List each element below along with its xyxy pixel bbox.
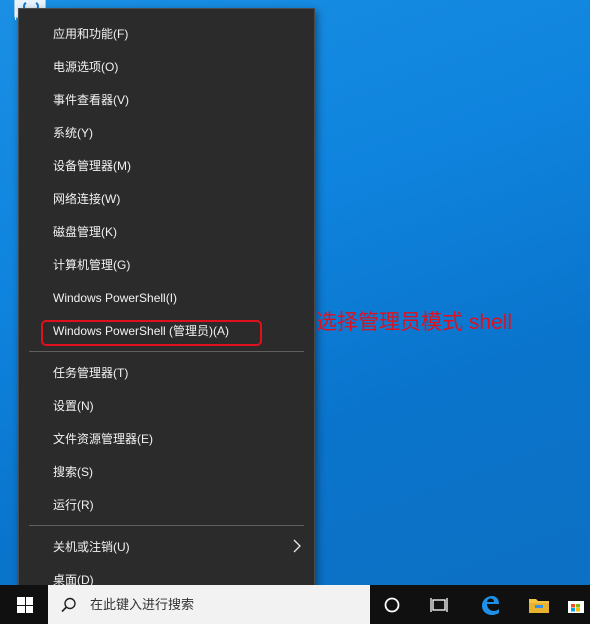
file-explorer-icon[interactable] (517, 585, 561, 624)
menu-item-label: 网络连接(W) (53, 192, 121, 206)
menu-item-label: 计算机管理(G) (53, 258, 131, 272)
menu-item-disk-management[interactable]: 磁盘管理(K) (19, 215, 314, 248)
menu-item-label: 运行(R) (53, 498, 94, 512)
menu-item-run[interactable]: 运行(R) (19, 488, 314, 521)
menu-item-settings[interactable]: 设置(N) (19, 389, 314, 422)
menu-item-computer-management[interactable]: 计算机管理(G) (19, 248, 314, 281)
menu-item-label: 设置(N) (53, 399, 94, 413)
winx-context-menu: 应用和功能(F) 电源选项(O) 事件查看器(V) 系统(Y) 设备管理器(M)… (18, 8, 315, 604)
task-view-icon[interactable] (417, 585, 461, 624)
windows-logo-icon (17, 597, 33, 613)
menu-item-system[interactable]: 系统(Y) (19, 116, 314, 149)
menu-item-powershell[interactable]: Windows PowerShell(I) (19, 281, 314, 314)
menu-item-device-manager[interactable]: 设备管理器(M) (19, 149, 314, 182)
menu-separator (29, 525, 304, 526)
store-icon[interactable] (562, 585, 590, 624)
annotation-text: 选择管理员模式 shell (316, 311, 513, 334)
menu-item-label: 事件查看器(V) (53, 93, 129, 107)
menu-item-label: Windows PowerShell(I) (53, 290, 178, 305)
menu-item-power-options[interactable]: 电源选项(O) (19, 50, 314, 83)
menu-item-label: 关机或注销(U) (53, 540, 130, 554)
menu-item-shutdown-signout[interactable]: 关机或注销(U) (19, 530, 314, 563)
start-button[interactable] (0, 585, 48, 624)
menu-item-event-viewer[interactable]: 事件查看器(V) (19, 83, 314, 116)
menu-item-label: 电源选项(O) (53, 60, 119, 74)
menu-item-label: 磁盘管理(K) (53, 225, 117, 239)
menu-item-apps-features[interactable]: 应用和功能(F) (19, 17, 314, 50)
cortana-icon[interactable] (370, 585, 414, 624)
chevron-right-icon (293, 539, 301, 553)
menu-item-label: 系统(Y) (53, 126, 93, 140)
menu-item-label: 设备管理器(M) (53, 159, 131, 173)
menu-item-network-connections[interactable]: 网络连接(W) (19, 182, 314, 215)
menu-item-task-manager[interactable]: 任务管理器(T) (19, 356, 314, 389)
taskbar-search-box[interactable] (48, 585, 370, 624)
search-icon (61, 597, 76, 612)
menu-item-label: 应用和功能(F) (53, 27, 129, 41)
search-input[interactable] (88, 596, 352, 613)
menu-item-label: 搜索(S) (53, 465, 93, 479)
menu-item-label: 文件资源管理器(E) (53, 432, 153, 446)
menu-item-label: 任务管理器(T) (53, 366, 129, 380)
menu-separator (29, 351, 304, 352)
menu-item-search[interactable]: 搜索(S) (19, 455, 314, 488)
edge-icon[interactable] (468, 585, 512, 624)
highlight-annotation-box (41, 320, 262, 346)
menu-item-file-explorer[interactable]: 文件资源管理器(E) (19, 422, 314, 455)
taskbar (0, 585, 590, 624)
